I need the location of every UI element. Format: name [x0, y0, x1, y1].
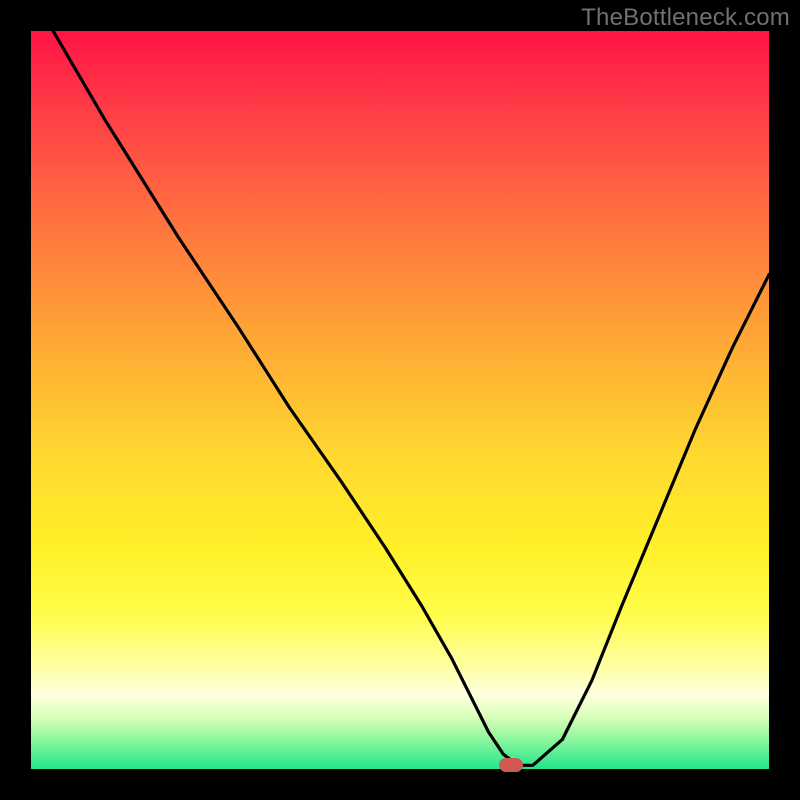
plot-area	[31, 31, 769, 769]
chart-frame: TheBottleneck.com	[0, 0, 800, 800]
bottleneck-curve	[31, 31, 769, 769]
optimal-marker	[499, 758, 523, 772]
watermark-text: TheBottleneck.com	[581, 4, 790, 32]
